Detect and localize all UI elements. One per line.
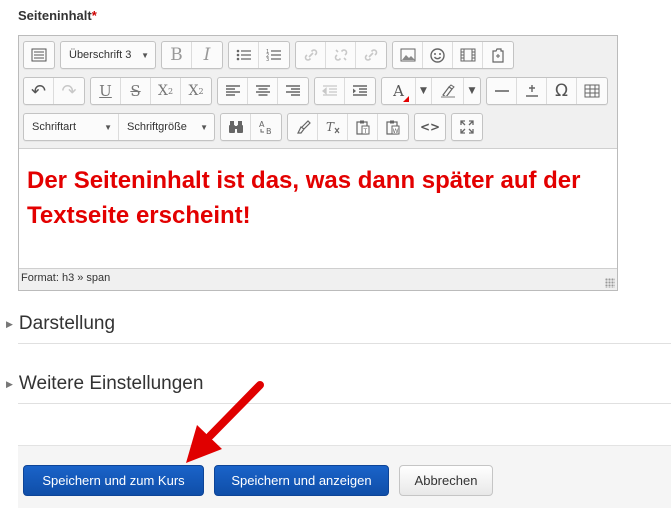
strikethrough-button[interactable]: S xyxy=(121,78,151,104)
caret-right-icon: ▶ xyxy=(6,378,13,389)
svg-text:W: W xyxy=(393,128,399,135)
clear-formatting-icon[interactable] xyxy=(288,114,318,140)
svg-text:B: B xyxy=(266,127,272,135)
text-color-dropdown[interactable]: ▼ xyxy=(416,78,432,104)
toolbar-group-toggle xyxy=(23,41,55,69)
anchor-icon[interactable] xyxy=(356,42,386,68)
subscript-button[interactable]: X2 xyxy=(151,78,181,104)
font-size-select[interactable]: Schriftgröße ▼ xyxy=(119,114,214,140)
section-header[interactable]: ▶ Darstellung xyxy=(0,311,671,337)
numbered-list-icon[interactable]: 123 xyxy=(259,42,289,68)
editor-toolbar: Überschrift 3 ▼ B I 123 ↶ ↷ U S X 2 X 2 … xyxy=(19,36,617,148)
remove-format-icon[interactable]: T xyxy=(318,114,348,140)
insert-char-icon[interactable] xyxy=(517,78,547,104)
toolbar-group-history: ↶ ↷ xyxy=(23,77,85,105)
save-display-button[interactable]: Speichern und anzeigen xyxy=(214,465,389,496)
toolbar-group-media xyxy=(392,41,514,69)
bullet-list-icon[interactable] xyxy=(229,42,259,68)
content-heading: Der Seiteninhalt ist das, was dann späte… xyxy=(27,167,581,229)
background-color-dropdown[interactable]: ▼ xyxy=(464,78,480,104)
chevron-down-icon: ▼ xyxy=(104,122,112,132)
toolbar-group-font: Schriftart ▼ Schriftgröße ▼ xyxy=(23,113,215,141)
element-path: Format: h3 » span xyxy=(21,272,111,284)
italic-button[interactable]: I xyxy=(192,42,222,68)
toolbar-group-insert: Ω xyxy=(486,77,608,105)
section-weitere-einstellungen[interactable]: ▶ Weitere Einstellungen xyxy=(0,371,671,397)
bold-button[interactable]: B xyxy=(162,42,192,68)
chevron-down-icon: ▼ xyxy=(420,86,427,96)
required-mark: * xyxy=(91,8,97,23)
toolbar-group-clean: T T W xyxy=(287,113,409,141)
toolbar-group-indent xyxy=(314,77,376,105)
svg-text:T: T xyxy=(362,128,367,135)
resize-handle-icon[interactable] xyxy=(605,278,615,288)
align-right-icon[interactable] xyxy=(278,78,308,104)
text-color-button[interactable]: A xyxy=(382,78,416,104)
fullscreen-icon[interactable] xyxy=(452,114,482,140)
media-icon[interactable] xyxy=(453,42,483,68)
section-title: Darstellung xyxy=(18,313,116,334)
font-family-select[interactable]: Schriftart ▼ xyxy=(24,114,119,140)
cancel-button[interactable]: Abbrechen xyxy=(399,465,493,496)
section-divider xyxy=(18,403,671,404)
chevron-down-icon: ▼ xyxy=(468,86,476,96)
save-return-button[interactable]: Speichern und zum Kurs xyxy=(23,465,204,496)
svg-text:T: T xyxy=(326,120,335,134)
toolbar-group-code: <> xyxy=(414,113,446,141)
section-header[interactable]: ▶ Weitere Einstellungen xyxy=(0,371,671,397)
binoculars-icon[interactable] xyxy=(221,114,251,140)
toolbar-group-textstyle: U S X2 X2 xyxy=(90,77,212,105)
redo-button[interactable]: ↷ xyxy=(54,78,84,104)
superscript-button[interactable]: X2 xyxy=(181,78,211,104)
image-icon[interactable] xyxy=(393,42,423,68)
form-actions: Speichern und zum Kurs Speichern und anz… xyxy=(18,445,671,508)
toolbar-group-fullscreen xyxy=(451,113,483,141)
align-left-icon[interactable] xyxy=(218,78,248,104)
indent-icon[interactable] xyxy=(345,78,375,104)
omega-icon[interactable]: Ω xyxy=(547,78,577,104)
html-code-icon[interactable]: <> xyxy=(415,114,445,140)
chevron-down-icon: ▼ xyxy=(141,50,149,60)
search-replace-icon[interactable]: AB xyxy=(251,114,281,140)
section-title: Weitere Einstellungen xyxy=(18,373,204,394)
underline-button[interactable]: U xyxy=(91,78,121,104)
field-label: Seiteninhalt* xyxy=(18,8,97,23)
svg-text:A: A xyxy=(259,120,265,129)
svg-text:3: 3 xyxy=(266,57,269,62)
kitchen-sink-icon[interactable] xyxy=(24,42,54,68)
table-icon[interactable] xyxy=(577,78,607,104)
rich-text-editor: Überschrift 3 ▼ B I 123 ↶ ↷ U S X 2 X 2 … xyxy=(18,35,618,291)
align-center-icon[interactable] xyxy=(248,78,278,104)
background-color-button[interactable] xyxy=(432,78,464,104)
toolbar-group-colors: A ▼ ▼ xyxy=(381,77,481,105)
chevron-down-icon: ▼ xyxy=(200,122,208,132)
section-divider xyxy=(18,343,671,344)
toolbar-group-lists: 123 xyxy=(228,41,290,69)
paste-text-icon[interactable]: T xyxy=(348,114,378,140)
toolbar-group-format: Überschrift 3 ▼ xyxy=(60,41,156,69)
unlink-icon[interactable] xyxy=(326,42,356,68)
outdent-icon[interactable] xyxy=(315,78,345,104)
toolbar-group-style: B I xyxy=(161,41,223,69)
link-icon[interactable] xyxy=(296,42,326,68)
toolbar-group-links xyxy=(295,41,387,69)
caret-right-icon: ▶ xyxy=(6,318,13,329)
toolbar-group-search: AB xyxy=(220,113,282,141)
horizontal-rule-icon[interactable] xyxy=(487,78,517,104)
undo-button[interactable]: ↶ xyxy=(24,78,54,104)
paste-word-icon[interactable]: W xyxy=(378,114,408,140)
editor-statusbar: Format: h3 » span xyxy=(19,268,617,290)
editor-content-area[interactable]: Der Seiteninhalt ist das, was dann späte… xyxy=(19,148,617,268)
heading-select[interactable]: Überschrift 3 ▼ xyxy=(61,42,155,68)
toolbar-group-align xyxy=(217,77,309,105)
section-darstellung[interactable]: ▶ Darstellung xyxy=(0,311,671,337)
emoticon-icon[interactable] xyxy=(423,42,453,68)
file-manager-icon[interactable] xyxy=(483,42,513,68)
